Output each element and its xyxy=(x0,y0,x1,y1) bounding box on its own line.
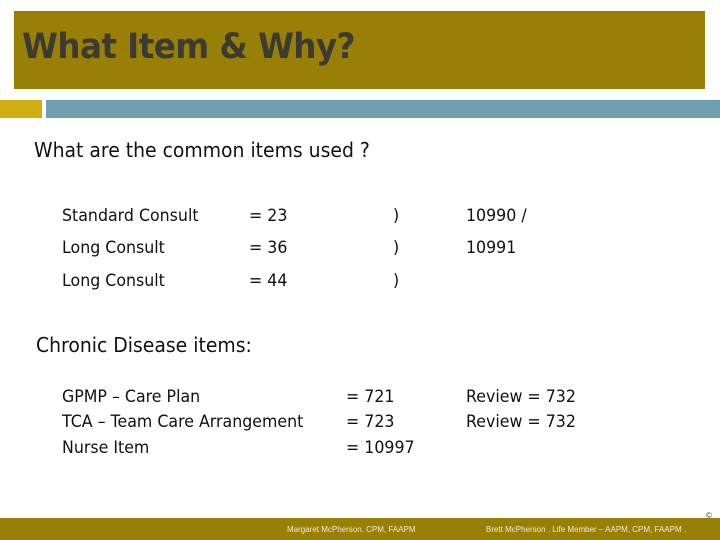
chronic-item-label: TCA – Team Care Arrangement xyxy=(62,412,304,432)
chronic-item-value: = 723 xyxy=(346,412,395,432)
common-item-value: = 23 xyxy=(249,206,288,226)
common-item-value: = 44 xyxy=(249,271,288,291)
review-item: Review = 732 xyxy=(466,412,576,432)
chronic-item-value: = 721 xyxy=(346,387,395,407)
title-bar: What Item & Why? xyxy=(14,11,705,89)
common-item-label: Standard Consult xyxy=(62,206,199,226)
slide-title: What Item & Why? xyxy=(22,27,355,67)
chronic-item-value: = 10997 xyxy=(346,438,415,458)
copyright-icon: © xyxy=(706,511,712,520)
accent-square xyxy=(0,100,42,118)
accent-bar xyxy=(46,100,720,118)
common-items-heading: What are the common items used ? xyxy=(34,138,370,162)
review-item: Review = 732 xyxy=(466,387,576,407)
common-item-bracket: ) xyxy=(393,271,400,291)
footer-bar: Margaret McPherson. CPM, FAAPM Brett McP… xyxy=(0,518,720,540)
footer-author-right: Brett McPherson . Life Member – AAPM, CP… xyxy=(486,525,687,534)
chronic-item-label: GPMP – Care Plan xyxy=(62,387,201,407)
chronic-disease-heading: Chronic Disease items: xyxy=(36,333,252,357)
common-item-bracket: ) xyxy=(393,206,400,226)
footer-author-left: Margaret McPherson. CPM, FAAPM xyxy=(287,525,416,534)
common-item-label: Long Consult xyxy=(62,271,165,291)
common-item-label: Long Consult xyxy=(62,238,165,258)
chronic-item-label: Nurse Item xyxy=(62,438,150,458)
common-item-value: = 36 xyxy=(249,238,288,258)
item-code: 10990 / xyxy=(466,206,527,226)
item-code: 10991 xyxy=(466,238,517,258)
common-item-bracket: ) xyxy=(393,238,400,258)
